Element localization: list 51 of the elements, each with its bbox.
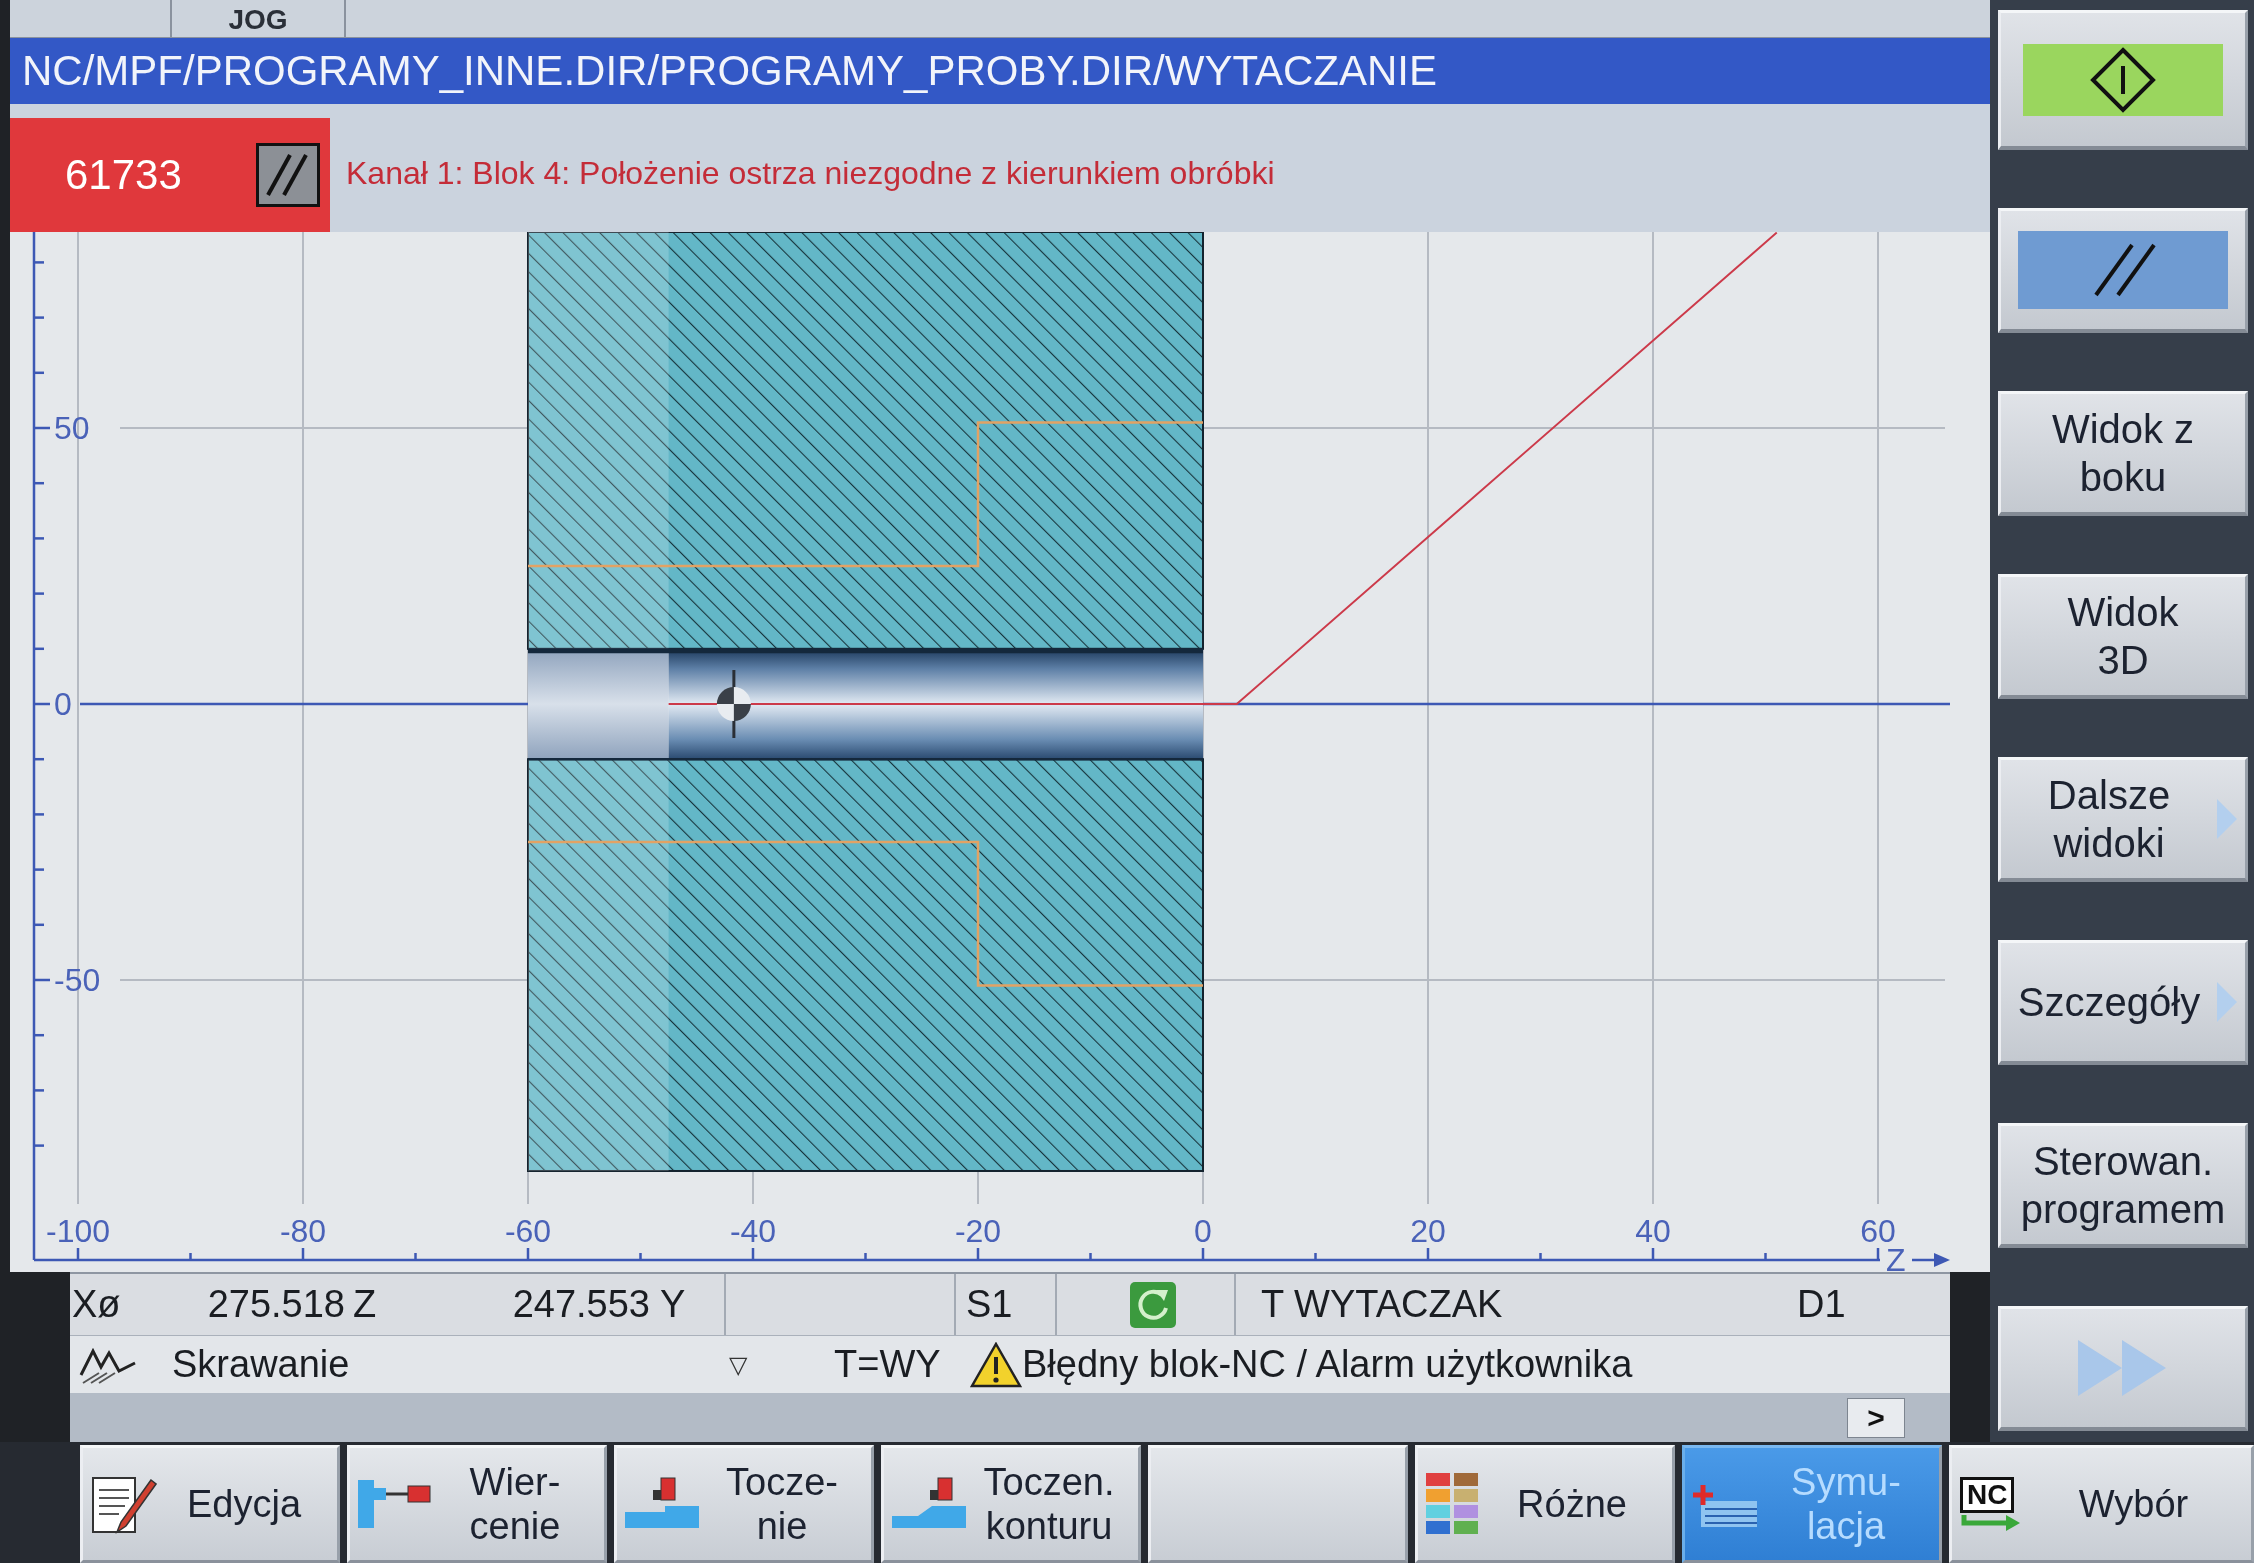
axis-tick-label: 50 <box>54 410 90 446</box>
axis-tick-label: 0 <box>54 686 72 722</box>
triangle-right-icon <box>2217 982 2237 1022</box>
softkey[interactable] <box>1998 10 2248 150</box>
softkey[interactable]: Szczegóły <box>1998 940 2248 1065</box>
tool-name: T WYTACZAK <box>1261 1283 1503 1326</box>
softkey[interactable]: Edycja <box>80 1445 340 1563</box>
tool-marker-icon <box>716 670 751 738</box>
softkey[interactable]: Różne <box>1415 1445 1675 1563</box>
alarm-message: Kanał 1: Blok 4: Położenie ostrza niezgodne z kierunkiem obróbki <box>345 154 1275 192</box>
cutting-edge-label: D1 <box>1797 1283 1846 1326</box>
softkey[interactable]: Widok 3D <box>1998 574 2248 699</box>
triangle-right-icon <box>2217 799 2237 839</box>
axis-label: Xø <box>72 1283 121 1326</box>
axis-tick-label: 20 <box>1410 1213 1446 1249</box>
axis-tick-label: -20 <box>954 1213 1002 1249</box>
tool-short-label: T=WY <box>834 1343 941 1386</box>
axis-tick-label: -50 <box>54 962 101 998</box>
blank-softkey[interactable] <box>1148 1445 1408 1563</box>
softkey[interactable]: Wier- cenie <box>347 1445 607 1563</box>
mode-name: Skrawanie <box>172 1343 350 1386</box>
arrow-right-icon <box>1912 1253 1950 1267</box>
position-value: 275.518 <box>207 1283 345 1326</box>
double-slash-icon <box>2018 231 2228 309</box>
axis-tick-label: -40 <box>729 1213 777 1249</box>
warning-icon <box>970 1341 1022 1388</box>
softkey[interactable]: Widok z boku <box>1998 391 2248 516</box>
axis-tick-label: -60 <box>504 1213 552 1249</box>
color-grid-icon <box>1426 1473 1478 1535</box>
dropdown-glyph[interactable]: ▽ <box>729 1350 748 1379</box>
axis-tick-label: 40 <box>1635 1213 1671 1249</box>
axis-tick-label: 0 <box>1194 1213 1212 1249</box>
status-message: Błędny blok-NC / Alarm użytkownika <box>1022 1343 1633 1386</box>
double-slash-icon <box>256 143 320 207</box>
axis-tick-label: -100 <box>46 1213 110 1249</box>
spindle-label: S1 <box>966 1283 1013 1326</box>
axis-label: Y <box>660 1283 686 1326</box>
axis-tick-label: -80 <box>279 1213 327 1249</box>
drill-icon <box>358 1478 432 1530</box>
alarm-number: 61733 <box>65 151 183 199</box>
softkey[interactable]: Toczen. konturu <box>881 1445 1141 1563</box>
axis-label: Z <box>353 1283 377 1326</box>
fast-forward-icon <box>2078 1340 2168 1396</box>
softkey[interactable]: Tocze- nie <box>614 1445 874 1563</box>
softkey[interactable]: Sterowan. programem <box>1998 1123 2248 1248</box>
mode-label: JOG <box>228 3 288 37</box>
position-value: 247.553 <box>512 1283 650 1326</box>
more-button[interactable]: > <box>1847 1397 1905 1438</box>
softkey[interactable]: NC Wybór <box>1949 1445 2254 1563</box>
program-path: NC/MPF/PROGRAMY_INNE.DIR/PROGRAMY_PROBY.DIR/WYTACZANIE <box>10 38 1990 104</box>
softkey[interactable]: Dalsze widoki <box>1998 757 2248 882</box>
